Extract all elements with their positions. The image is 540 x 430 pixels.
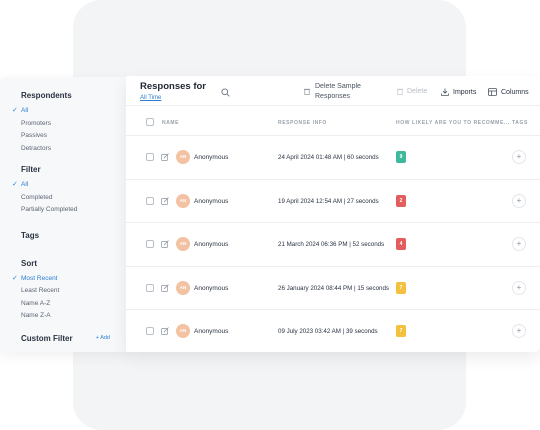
sidebar-item-label: Detractors <box>21 144 51 152</box>
respondent-name: Anonymous <box>194 328 229 335</box>
delete-sample-responses-button[interactable]: Delete Sample Responses <box>304 82 375 102</box>
score-badge: 7 <box>396 281 406 294</box>
sidebar-item-label: Partially Completed <box>21 206 78 213</box>
sidebar-item-label: Promoters <box>21 119 51 127</box>
respondent-name: Anonymous <box>194 241 229 248</box>
edit-icon[interactable] <box>161 283 169 292</box>
add-tag-button[interactable]: + <box>512 150 526 164</box>
respondents-promoters[interactable]: Promoters <box>0 118 126 131</box>
sidebar-item-label: Most Recent <box>21 274 58 282</box>
delete-label: Delete <box>407 88 428 95</box>
response-info: 09 July 2023 03:42 AM | 39 seconds <box>278 328 378 335</box>
add-tag-button[interactable]: + <box>512 280 526 295</box>
sort-least-recent[interactable]: Least Recent <box>0 285 126 298</box>
responses-panel: Responses for All Time Delete Sample Res… <box>126 76 540 352</box>
avatar: AN <box>176 237 190 251</box>
avatar: AN <box>176 324 190 338</box>
delete-sample-label: Delete Sample Responses <box>315 83 361 100</box>
row-checkbox[interactable] <box>146 327 154 335</box>
sidebar-item-label: All <box>21 181 29 188</box>
avatar: AN <box>176 280 190 295</box>
tags-heading[interactable]: Tags <box>0 231 126 240</box>
score-badge: 9 <box>396 151 406 163</box>
score-badge: 2 <box>396 194 406 207</box>
filter-heading: Filter <box>21 165 41 174</box>
sidebar-item-label: Name Z-A <box>21 312 51 319</box>
edit-icon[interactable] <box>161 153 169 161</box>
respondents-heading: Respondents <box>21 91 72 100</box>
columns-label: Columns <box>501 88 529 96</box>
add-tag-button[interactable]: + <box>512 324 526 338</box>
add-tag-button[interactable]: + <box>512 193 526 208</box>
imports-label: Imports <box>453 88 477 96</box>
score-badge: 4 <box>396 238 406 250</box>
sort-heading: Sort <box>21 258 37 268</box>
table-header: NAME RESPONSE INFO HOW LIKELY ARE YOU TO… <box>126 106 540 136</box>
row-checkbox[interactable] <box>146 283 154 292</box>
table-row[interactable]: AN Anonymous 09 July 2023 03:42 AM | 39 … <box>126 310 540 354</box>
avatar: AN <box>176 193 190 208</box>
table-row[interactable]: AN Anonymous 19 April 2024 12:54 AM | 27… <box>126 180 540 223</box>
columns-icon <box>488 88 497 96</box>
sidebar-item-label: Passives <box>21 132 48 139</box>
check-icon: ✓ <box>12 274 18 282</box>
response-info: 24 April 2024 01:48 AM | 60 seconds <box>278 154 379 161</box>
sidebar-item-label: Name A-Z <box>21 299 51 307</box>
avatar: AN <box>176 150 190 164</box>
check-icon: ✓ <box>12 107 18 114</box>
edit-icon[interactable] <box>161 327 169 335</box>
sort-name-z-a[interactable]: Name Z-A <box>0 310 126 323</box>
respondents-detractors[interactable]: Detractors <box>0 143 126 156</box>
delete-button[interactable]: Delete <box>397 88 427 95</box>
response-info: 21 March 2024 06:36 PM | 52 seconds <box>278 241 385 248</box>
row-checkbox[interactable] <box>146 153 154 161</box>
trash-icon <box>397 88 403 95</box>
date-range-link[interactable]: All Time <box>140 95 161 101</box>
sidebar-item-label: Completed <box>21 193 53 201</box>
column-header-response-info[interactable]: RESPONSE INFO <box>278 120 327 126</box>
columns-button[interactable]: Columns <box>488 88 529 96</box>
download-icon <box>441 88 449 96</box>
row-checkbox[interactable] <box>146 196 154 205</box>
custom-filter-heading: Custom Filter <box>21 333 73 343</box>
sidebar-item-label: Least Recent <box>21 287 60 294</box>
imports-button[interactable]: Imports <box>441 88 476 96</box>
column-header-tags[interactable]: TAGS <box>512 120 528 126</box>
edit-icon[interactable] <box>161 196 169 205</box>
response-info: 26 January 2024 08:44 PM | 15 seconds <box>278 284 389 292</box>
response-info: 19 April 2024 12:54 AM | 27 seconds <box>278 197 379 205</box>
sort-most-recent[interactable]: ✓ Most Recent <box>0 273 126 286</box>
filter-completed[interactable]: Completed <box>0 192 126 205</box>
table-row[interactable]: AN Anonymous 24 April 2024 01:48 AM | 60… <box>126 136 540 180</box>
responses-header: Responses for All Time Delete Sample Res… <box>126 76 540 106</box>
filter-sidebar: Respondents ✓ All Promoters Passives Det… <box>0 77 126 352</box>
page-title: Responses for <box>140 81 206 92</box>
column-header-name[interactable]: NAME <box>162 120 179 126</box>
table-row[interactable]: AN Anonymous 26 January 2024 08:44 PM | … <box>126 267 540 310</box>
filter-all[interactable]: ✓ All <box>0 179 126 192</box>
add-tag-button[interactable]: + <box>512 237 526 251</box>
edit-icon[interactable] <box>161 240 169 248</box>
sort-name-a-z[interactable]: Name A-Z <box>0 298 126 311</box>
respondents-all[interactable]: ✓ All <box>0 105 126 118</box>
search-icon[interactable] <box>221 88 230 97</box>
trash-icon <box>304 88 310 95</box>
score-badge: 7 <box>396 325 406 337</box>
respondent-name: Anonymous <box>194 284 229 292</box>
custom-filter-row: Custom Filter + Add <box>0 334 126 343</box>
sidebar-item-label: All <box>21 107 29 114</box>
select-all-checkbox[interactable] <box>146 118 154 126</box>
column-header-recommend[interactable]: HOW LIKELY ARE YOU TO RECOMME... <box>396 120 510 126</box>
respondents-passives[interactable]: Passives <box>0 130 126 143</box>
respondent-name: Anonymous <box>194 197 229 205</box>
add-custom-filter-button[interactable]: + Add <box>96 335 110 341</box>
row-checkbox[interactable] <box>146 240 154 248</box>
respondent-name: Anonymous <box>194 154 229 161</box>
check-icon: ✓ <box>12 181 18 188</box>
table-body: AN Anonymous 24 April 2024 01:48 AM | 60… <box>126 136 540 354</box>
filter-partially-completed[interactable]: Partially Completed <box>0 204 126 217</box>
table-row[interactable]: AN Anonymous 21 March 2024 06:36 PM | 52… <box>126 223 540 267</box>
